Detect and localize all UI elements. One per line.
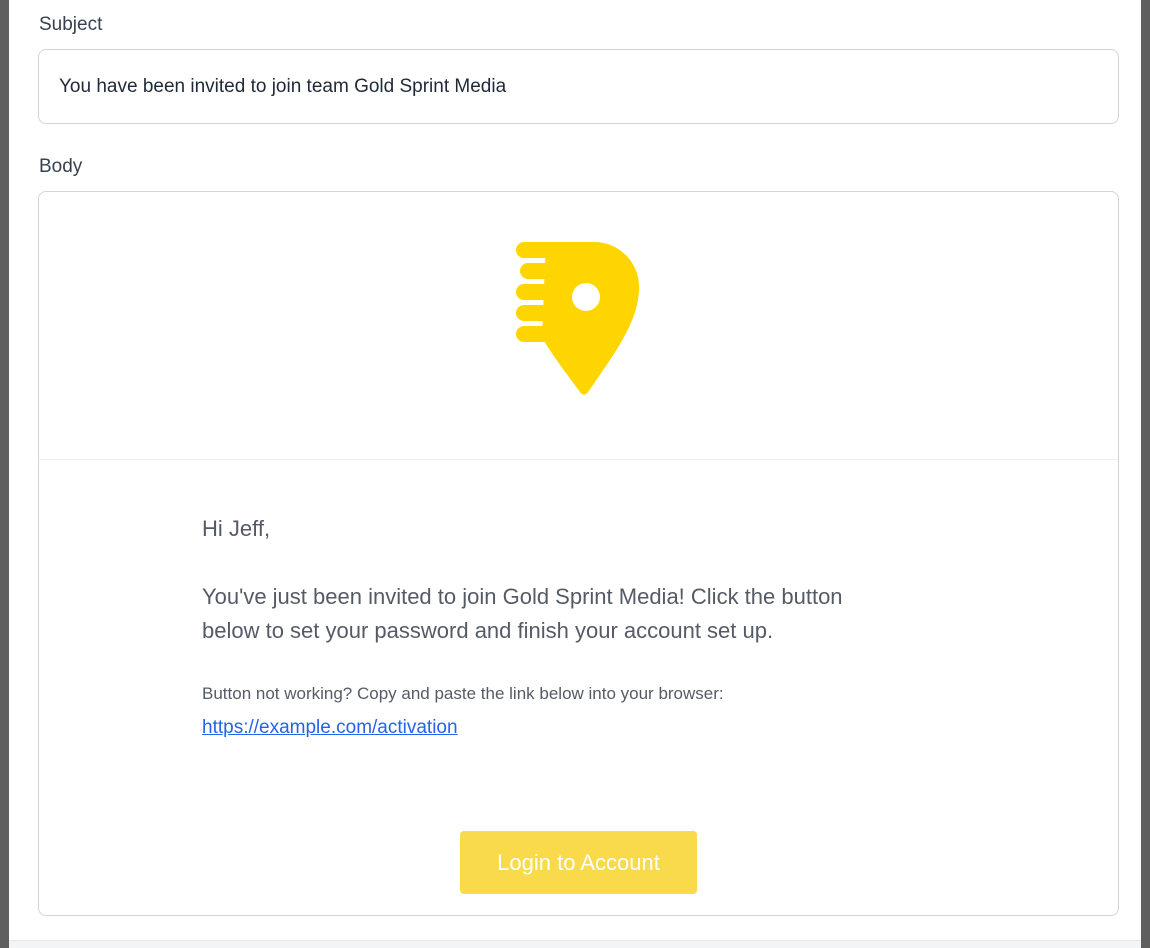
email-body-preview[interactable]: Hi Jeff, You've just been invited to joi… [38,191,1119,916]
intro-line-1: You've just been invited to join Gold Sp… [202,584,843,609]
intro-line-2: below to set your password and finish yo… [202,618,774,643]
modal-footer [9,940,1141,948]
email-header [39,192,1118,460]
intro-text: You've just been invited to join Gold Sp… [202,580,942,648]
greeting-text: Hi Jeff, [202,516,271,541]
body-label: Body [39,156,83,177]
subject-input[interactable] [38,49,1119,124]
email-template-editor: Subject Body Hi Jeff, You've just been i… [9,0,1141,948]
subject-label: Subject [39,14,103,35]
location-pin-speed-icon [516,242,639,395]
login-to-account-button[interactable]: Login to Account [460,831,697,894]
fallback-text: Button not working? Copy and paste the l… [202,684,724,703]
activation-link[interactable]: https://example.com/activation [202,717,458,739]
